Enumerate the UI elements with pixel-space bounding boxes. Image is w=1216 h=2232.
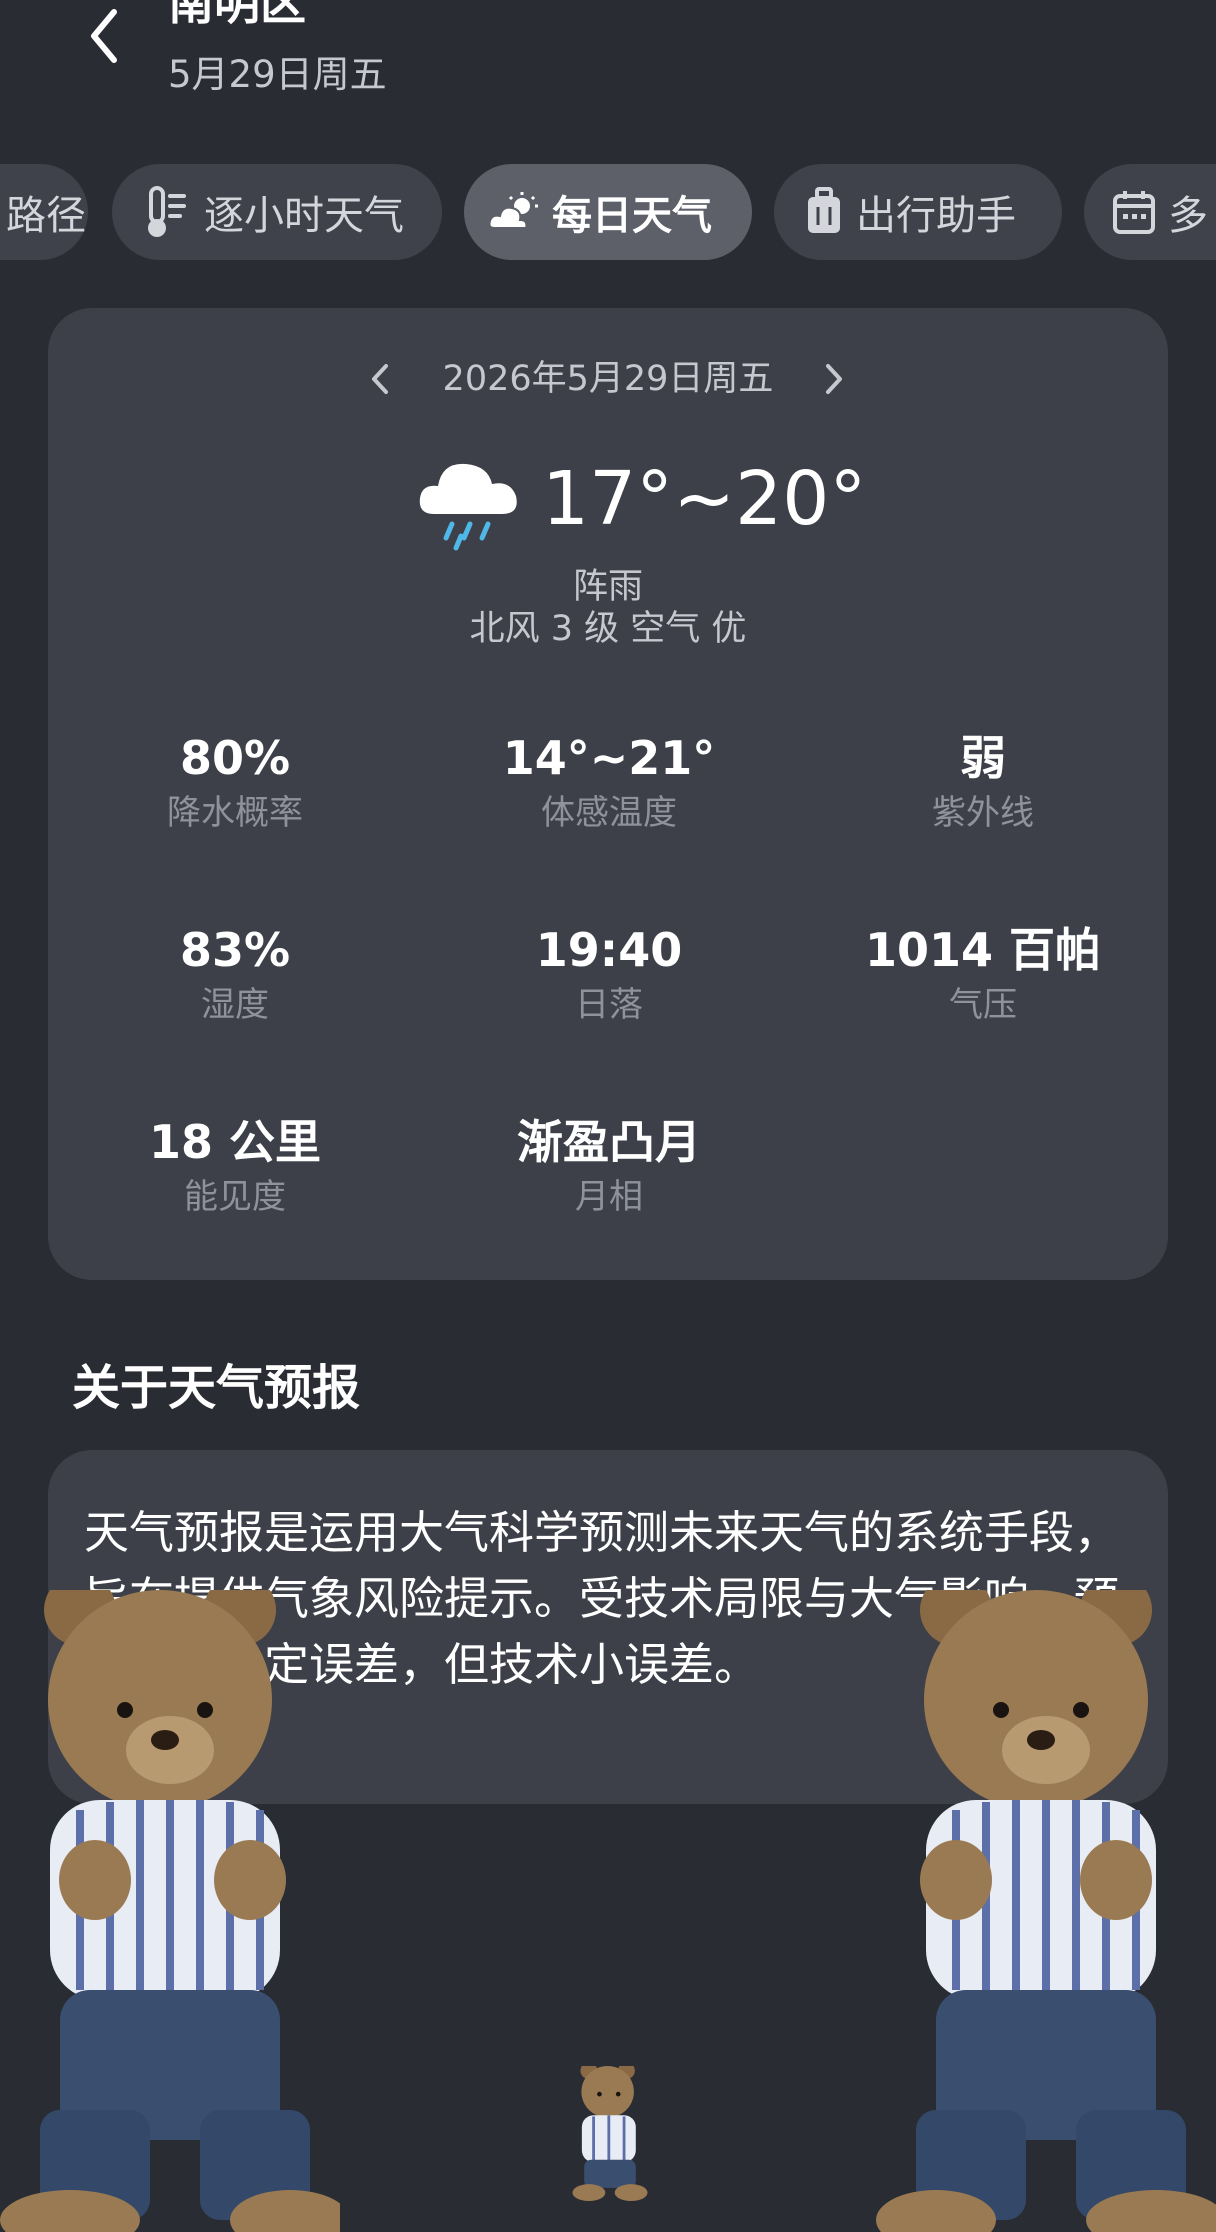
- tab-hourly-label: 逐小时天气: [204, 193, 404, 239]
- partly-cloudy-icon: [488, 192, 540, 232]
- metric-value: 83%: [179, 923, 291, 977]
- teddy-bear-sticker-small: [572, 2066, 648, 2202]
- metric-label: 气压: [949, 985, 1017, 1025]
- metric-pressure: 1014 百帕 气压: [796, 922, 1170, 1028]
- metric-visibility: 18 公里 能见度: [48, 1114, 422, 1220]
- metric-sunset: 19:40 日落: [422, 922, 796, 1028]
- previous-day-button[interactable]: [360, 354, 400, 404]
- metric-precipitation: 80% 降水概率: [48, 730, 422, 836]
- daily-weather-card: 2026年5月29日周五 17°~20° 阵雨 北风 3 级 空气 优 80% …: [48, 308, 1168, 1280]
- selected-date: 2026年5月29日周五: [442, 359, 774, 399]
- metric-label: 日落: [575, 985, 643, 1025]
- date-selector: 2026年5月29日周五: [48, 354, 1168, 404]
- tab-route-label: 路径: [6, 193, 86, 239]
- metric-value: 1014 百帕: [864, 923, 1102, 977]
- metric-value: 19:40: [535, 923, 683, 977]
- weather-condition: 阵雨: [572, 567, 643, 607]
- metric-value: 18 公里: [148, 1115, 322, 1169]
- chevron-right-icon: [826, 364, 842, 394]
- page-title: 南明区: [168, 0, 306, 30]
- thermometer-icon: [142, 184, 192, 240]
- about-section-title: 关于天气预报: [72, 1360, 361, 1416]
- weather-daily-page: 南明区 5月29日周五 路径 逐小时天气 每日天气 出行助手 多 2026年5月…: [0, 0, 1216, 2232]
- tab-multi-day[interactable]: 多: [1084, 164, 1216, 260]
- metric-feels-like: 14°~21° 体感温度: [422, 730, 796, 836]
- metric-label: 月相: [575, 1177, 643, 1217]
- metric-uv: 弱 紫外线: [796, 730, 1170, 836]
- tab-travel[interactable]: 出行助手: [774, 164, 1062, 260]
- rain-cloud-icon: [416, 448, 526, 558]
- metric-value: 弱: [960, 731, 1006, 785]
- tab-route[interactable]: 路径: [0, 164, 88, 260]
- page-subtitle: 5月29日周五: [168, 53, 387, 96]
- tab-multi-day-label: 多: [1168, 193, 1208, 239]
- tab-bar: 路径 逐小时天气 每日天气 出行助手 多: [0, 164, 1216, 260]
- calendar-icon: [1112, 189, 1156, 235]
- header: 南明区 5月29日周五: [0, 0, 1216, 140]
- next-day-button[interactable]: [814, 354, 854, 404]
- metric-value: 80%: [179, 731, 291, 785]
- metric-label: 降水概率: [167, 793, 303, 833]
- metric-label: 紫外线: [932, 793, 1034, 833]
- chevron-left-icon: [372, 364, 388, 394]
- wind-air-quality: 北风 3 级 空气 优: [469, 609, 747, 649]
- weather-summary: 17°~20°: [48, 448, 1168, 578]
- metric-label: 湿度: [201, 985, 269, 1025]
- teddy-bear-sticker-right: [876, 1590, 1216, 2232]
- back-button[interactable]: [78, 0, 138, 70]
- metric-moon-phase: 渐盈凸月 月相: [422, 1114, 796, 1220]
- tab-daily-label: 每日天气: [552, 193, 712, 239]
- tab-daily[interactable]: 每日天气: [464, 164, 752, 260]
- chevron-left-icon: [91, 9, 117, 63]
- tab-hourly[interactable]: 逐小时天气: [112, 164, 442, 260]
- metric-label: 能见度: [184, 1177, 286, 1217]
- tab-travel-label: 出行助手: [856, 193, 1016, 239]
- metric-label: 体感温度: [541, 793, 677, 833]
- metric-value: 渐盈凸月: [517, 1115, 701, 1169]
- luggage-icon: [804, 187, 844, 237]
- metric-value: 14°~21°: [502, 731, 716, 785]
- teddy-bear-sticker-left: [0, 1590, 340, 2232]
- metric-humidity: 83% 湿度: [48, 922, 422, 1028]
- temperature-range: 17°~20°: [542, 456, 867, 542]
